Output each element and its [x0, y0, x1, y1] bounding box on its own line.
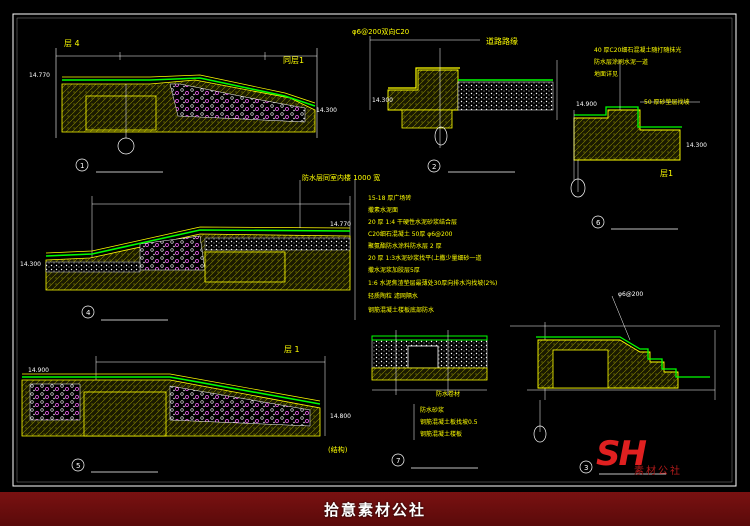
spec-line-4: C20细石混凝土 50厚 φ6@200: [368, 230, 453, 238]
elevation-a-left: 14.770: [29, 72, 50, 79]
label-layer-1-f: 层 1: [284, 345, 300, 354]
label-b-top: φ6@200双向C20: [352, 27, 409, 36]
elevation-a-right: 14.300: [316, 107, 337, 114]
detail-2: φ6@200双向C20 道路路缘 14.300 2: [352, 27, 558, 173]
label-e-4: 防水卷材: [436, 390, 460, 398]
spec-line-3: 20 厚 1:4 干硬性水泥砂浆结合层: [368, 218, 457, 226]
label-b-right: 道路路缘: [486, 36, 518, 46]
label-d-top: 防水层同室内楼 1000 宽: [302, 173, 380, 182]
elevation-d-right: 14.770: [330, 221, 351, 228]
detail-4: 防水层同室内楼 1000 宽 14.300 14.770 4: [20, 173, 380, 321]
label-c-3: 地面详见: [594, 70, 618, 78]
label-layer-1-c: 层1: [660, 169, 673, 178]
detail-1: 层 4 同层1 14.770 14.300 1: [29, 39, 337, 173]
spec-line-8: 1:6 水泥焦渣垫层最薄处30厚向排水沟找坡(2%): [368, 279, 497, 287]
spec-line-10: 钢筋混凝土楼板底部防水: [368, 306, 434, 314]
label-e-3: 钢筋混凝土楼板: [420, 430, 462, 438]
label-c-1: 40 厚C20细石混凝土随打随抹光: [594, 46, 681, 54]
label-g-top: φ6@200: [618, 291, 643, 298]
detail-5: 层 1 14.900 14.800 (结构) 5: [21, 345, 351, 473]
detail-number-5: 5: [76, 462, 80, 470]
spec-line-9: 轻质陶粒 滤网隔水: [368, 292, 418, 300]
detail-number-6: 6: [596, 219, 601, 227]
detail-number-2: 2: [432, 163, 436, 171]
detail-number-4: 4: [86, 309, 91, 317]
spec-line-1: 15-18 厚广场砖: [368, 194, 411, 202]
watermark-logo: SH 素材公社: [596, 434, 696, 477]
detail-number-7: 7: [396, 457, 400, 465]
spec-line-2: 撒素水泥面: [368, 206, 398, 214]
footer-text: 拾意素材公社: [323, 500, 426, 519]
layer-specification-list: 15-18 厚广场砖 撒素水泥面 20 厚 1:4 干硬性水泥砂浆结合层 C20…: [354, 180, 497, 320]
elevation-c-left: 14.900: [576, 101, 597, 108]
footer-banner: 拾意素材公社: [0, 492, 750, 526]
label-f-note: (结构): [328, 445, 348, 454]
elevation-f-right: 14.800: [330, 413, 351, 420]
label-c-2: 防水层涂刷水泥一道: [594, 58, 648, 66]
elevation-d-left: 14.300: [20, 261, 41, 268]
elevation-f-left: 14.900: [28, 367, 49, 374]
detail-7: 防水卷材 防水砂浆 钢筋混凝土板找坡0.5 钢筋混凝土楼板 7: [371, 330, 488, 469]
elevation-b: 14.300: [372, 97, 393, 104]
label-same-layer: 同层1: [283, 56, 304, 65]
label-layer-4: 层 4: [64, 39, 80, 48]
label-c-4: 50 厚砂垫层找坡: [644, 98, 690, 106]
detail-number-1: 1: [80, 162, 84, 170]
spec-line-7: 撒水泥浆加胶层5厚: [368, 266, 420, 274]
detail-number-3: 3: [584, 464, 588, 472]
cad-drawing-canvas: 层 4 同层1 14.770 14.300 1 φ6@200双向C20 道路路缘…: [0, 0, 750, 526]
label-e-1: 防水砂浆: [420, 406, 444, 414]
spec-line-5: 聚氨酯防水涂料防水层 2 厚: [368, 242, 442, 250]
logo-subtext: 素材公社: [634, 466, 682, 477]
spec-line-6: 20 厚 1:3水泥砂浆找平(上撒少量细砂一道: [368, 254, 481, 262]
detail-6: 40 厚C20细石混凝土随打随抹光 防水层涂刷水泥一道 地面详见 50 厚砂垫层…: [570, 46, 707, 230]
elevation-c-right: 14.300: [686, 142, 707, 149]
cad-detail-drawing: 层 4 同层1 14.770 14.300 1 φ6@200双向C20 道路路缘…: [12, 13, 737, 487]
label-e-2: 钢筋混凝土板找坡0.5: [420, 418, 478, 426]
